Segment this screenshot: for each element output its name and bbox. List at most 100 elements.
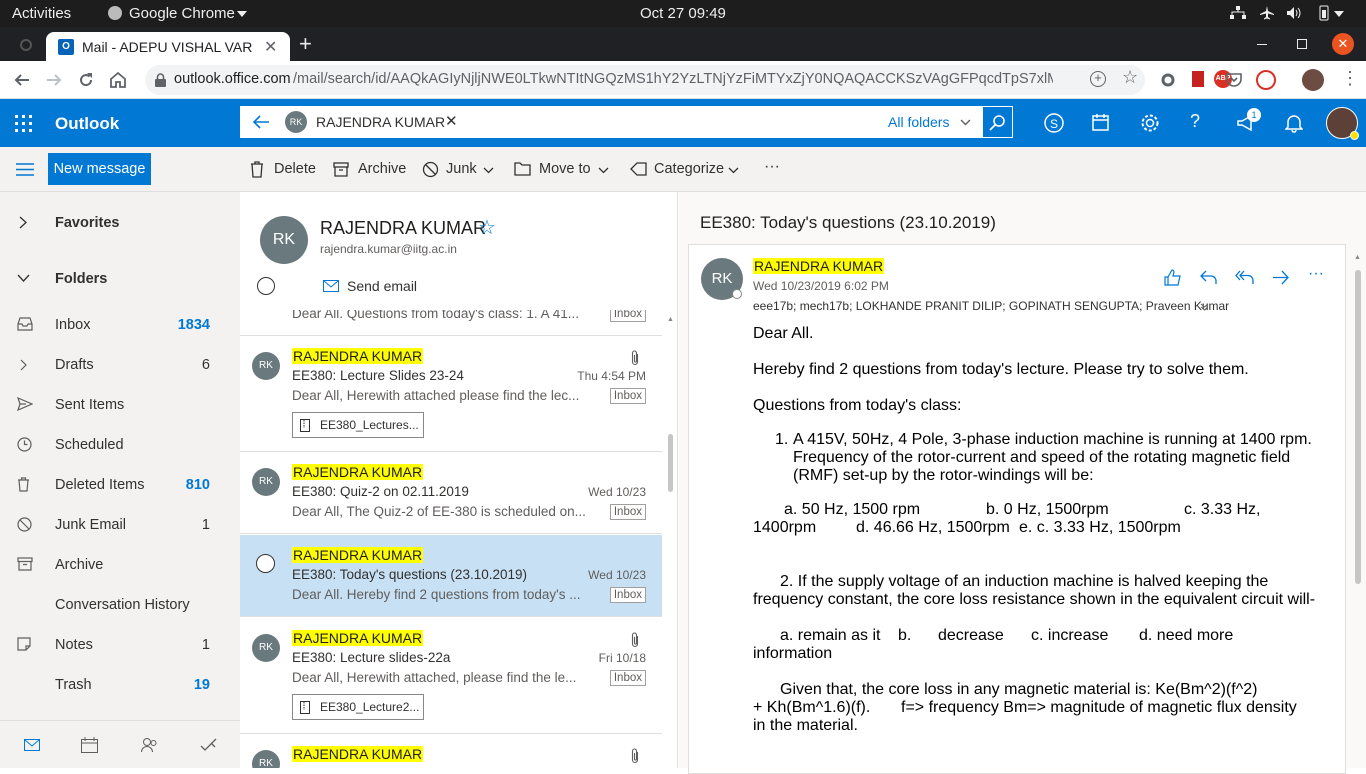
mail-icon[interactable]	[24, 739, 40, 751]
app-menu[interactable]: Google Chrome	[129, 5, 235, 22]
phone-battery-icon[interactable]	[1316, 5, 1332, 21]
people-icon[interactable]	[141, 737, 158, 753]
bookmark-star-icon[interactable]: ☆	[1122, 67, 1138, 88]
list-item[interactable]: RK RAJENDRA KUMAR	[240, 734, 662, 768]
vpn-extension-icon[interactable]	[1256, 70, 1276, 90]
attachment-chip[interactable]: EE380_Lecture2...	[292, 694, 424, 720]
reply-all-icon[interactable]	[1235, 270, 1254, 285]
tab-search-icon[interactable]	[20, 39, 32, 51]
add-to-desktop-icon[interactable]: +	[1090, 71, 1106, 87]
nav-item-junk-email[interactable]: Junk Email 1	[0, 505, 240, 545]
tab-close-icon[interactable]: ✕	[264, 37, 277, 57]
categorize-button[interactable]: Categorize	[654, 161, 724, 177]
list-item[interactable]: RK RAJENDRA KUMAR EE380: Lecture Slides …	[240, 336, 662, 452]
list-scrollbar-track[interactable]: ▲	[664, 310, 677, 768]
nav-item-conversation-history[interactable]: Conversation History	[0, 585, 240, 625]
recipients[interactable]: eee17b; mech17b; LOKHANDE PRANIT DILIP; …	[753, 299, 1229, 313]
activities-button[interactable]: Activities	[12, 5, 71, 22]
chevron-right-icon[interactable]	[20, 359, 27, 371]
search-box[interactable]: RK RAJENDRA KUMAR ✕ All folders	[240, 106, 1013, 138]
junk-chevron-down-icon[interactable]	[483, 167, 494, 174]
new-message-button[interactable]: New message	[48, 153, 151, 185]
move-to-button[interactable]: Move to	[539, 161, 591, 177]
forward-arrow-icon[interactable]	[46, 72, 62, 88]
list-item-selected[interactable]: RAJENDRA KUMAR EE380: Today's questions …	[240, 535, 662, 617]
window-maximize-icon[interactable]	[1297, 39, 1307, 49]
nav-item-notes[interactable]: Notes 1	[0, 625, 240, 665]
nav-item-scheduled[interactable]: Scheduled	[0, 425, 240, 465]
favorite-star-icon[interactable]: ☆	[478, 215, 496, 240]
archive-button[interactable]: Archive	[358, 161, 406, 177]
send-email-button[interactable]: Send email	[347, 278, 417, 294]
clock[interactable]: Oct 27 09:49	[640, 5, 726, 22]
network-icon[interactable]	[1230, 6, 1246, 20]
browser-menu-icon[interactable]: ⋮	[1341, 69, 1359, 87]
more-actions-button[interactable]: ···	[764, 158, 780, 176]
reading-scrollbar-thumb[interactable]	[1355, 270, 1361, 584]
sender-avatar: RK	[252, 634, 280, 662]
categorize-chevron-down-icon[interactable]	[728, 167, 739, 174]
window-close-icon[interactable]: ✕	[1332, 33, 1354, 55]
profile-avatar[interactable]	[1302, 69, 1324, 91]
attachment-chip[interactable]: EE380_Lectures...	[292, 412, 424, 438]
browser-tab-active[interactable]: O Mail - ADEPU VISHAL VAR ✕	[46, 32, 290, 61]
list-item[interactable]: RK RAJENDRA KUMAR EE380: Quiz-2 on 02.11…	[240, 452, 662, 534]
reply-icon[interactable]	[1200, 270, 1217, 285]
message-more-actions-icon[interactable]: ···	[1308, 265, 1324, 283]
folders-toggle[interactable]: Folders	[0, 259, 240, 299]
message-date: Fri 10/18	[598, 651, 646, 665]
app-title[interactable]: Outlook	[55, 114, 119, 134]
list-item[interactable]: RK RAJENDRA KUMAR EE380: Lecture slides-…	[240, 618, 662, 734]
sender-name[interactable]: RAJENDRA KUMAR	[753, 258, 885, 274]
window-minimize-icon[interactable]	[1257, 44, 1267, 45]
nav-item-drafts[interactable]: Drafts 6	[0, 345, 240, 385]
reading-scrollbar-track[interactable]: ▲	[1352, 250, 1364, 768]
settings-gear-icon[interactable]	[1140, 113, 1160, 133]
tasks-check-icon[interactable]	[200, 737, 217, 753]
expand-recipients-chevron-icon[interactable]	[1200, 303, 1209, 311]
search-button[interactable]	[982, 106, 1013, 138]
address-bar[interactable]: outlook.office.com /mail/search/id/AAQkA…	[145, 65, 1145, 95]
hamburger-menu-icon[interactable]	[16, 163, 34, 176]
select-all-radio[interactable]	[257, 277, 275, 295]
forward-icon[interactable]	[1272, 270, 1289, 285]
junk-button[interactable]: Junk	[446, 161, 477, 177]
nav-item-trash[interactable]: Trash 19	[0, 665, 240, 705]
pocket-extension-icon[interactable]	[1226, 71, 1242, 87]
search-back-arrow-icon[interactable]	[253, 114, 270, 130]
favorites-toggle[interactable]: Favorites	[0, 203, 240, 243]
search-scope-dropdown[interactable]: All folders	[888, 114, 949, 130]
nav-item-label: Trash	[55, 677, 92, 693]
email-datetime: Wed 10/23/2019 6:02 PM	[753, 279, 889, 293]
gear-extension-icon[interactable]	[1160, 72, 1176, 88]
email-card: RK RAJENDRA KUMAR Wed 10/23/2019 6:02 PM…	[688, 244, 1346, 774]
reading-scroll-up-icon[interactable]: ▲	[1354, 254, 1361, 261]
skype-icon[interactable]: S	[1044, 113, 1064, 133]
calendar-icon[interactable]	[81, 737, 98, 753]
my-day-icon[interactable]	[1091, 113, 1111, 133]
nav-item-inbox[interactable]: Inbox 1834	[0, 305, 240, 345]
nav-item-sent-items[interactable]: Sent Items	[0, 385, 240, 425]
like-thumb-icon[interactable]	[1164, 269, 1182, 286]
nav-item-deleted-items[interactable]: Deleted Items 810	[0, 465, 240, 505]
delete-button[interactable]: Delete	[274, 161, 316, 177]
volume-icon[interactable]	[1287, 6, 1303, 20]
bell-icon[interactable]	[1285, 113, 1303, 133]
scroll-up-icon[interactable]: ▲	[667, 316, 674, 323]
move-to-chevron-down-icon[interactable]	[598, 167, 609, 174]
new-tab-icon[interactable]: +	[299, 31, 312, 57]
list-scrollbar-thumb[interactable]	[668, 434, 673, 492]
search-chip-remove-icon[interactable]: ✕	[445, 112, 458, 130]
nav-item-archive[interactable]: Archive	[0, 545, 240, 585]
airplane-icon[interactable]	[1260, 6, 1274, 20]
select-message-radio[interactable]	[256, 554, 275, 573]
help-icon[interactable]: ?	[1190, 111, 1200, 132]
reload-icon[interactable]	[78, 72, 94, 88]
chevron-down-icon[interactable]	[960, 119, 971, 126]
home-icon[interactable]	[109, 71, 127, 88]
lock-icon[interactable]	[155, 73, 166, 87]
back-arrow-icon[interactable]	[14, 72, 30, 88]
system-menu-chevron-icon[interactable]	[1334, 11, 1344, 17]
app-launcher-icon[interactable]	[15, 115, 32, 132]
bookmark-extension-icon[interactable]	[1192, 71, 1204, 87]
